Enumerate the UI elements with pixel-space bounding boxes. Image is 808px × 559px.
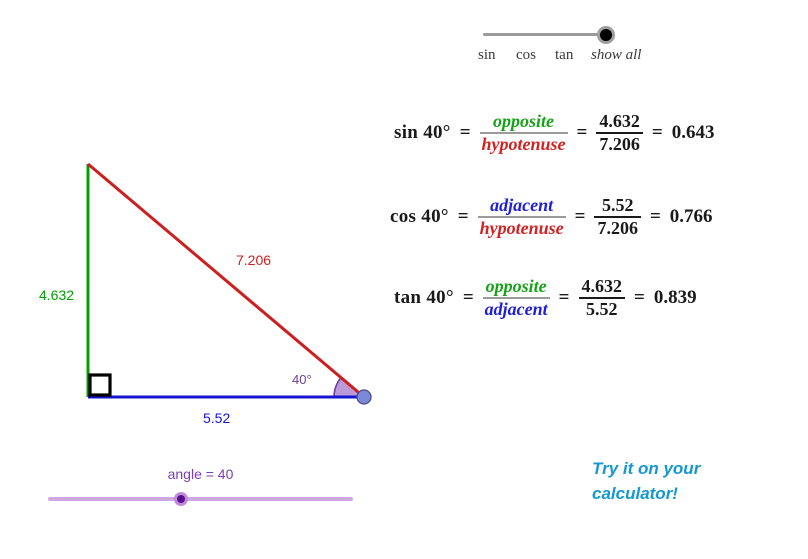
adjacent-side-label: 5.52 — [203, 410, 231, 426]
call-to-action: Try it on your calculator! — [592, 457, 762, 506]
angle-slider[interactable] — [48, 489, 353, 511]
right-angle-marker — [88, 373, 112, 397]
trigonometry-applet: sin cos tan show all sin 40° = opposite … — [0, 0, 808, 559]
cta-line-2: calculator! — [592, 483, 678, 503]
hypotenuse-side-label: 7.206 — [236, 252, 272, 268]
vertex-drag-handle[interactable] — [356, 389, 372, 405]
angle-slider-handle[interactable] — [174, 492, 188, 506]
hypotenuse-side — [87, 162, 365, 399]
opposite-side-label: 4.632 — [39, 287, 75, 303]
angle-slider-track[interactable] — [48, 497, 353, 501]
angle-slider-value-label: angle = 40 — [167, 466, 234, 482]
cta-line-1: Try it on your — [592, 459, 701, 478]
angle-measure-label: 40° — [292, 372, 312, 387]
